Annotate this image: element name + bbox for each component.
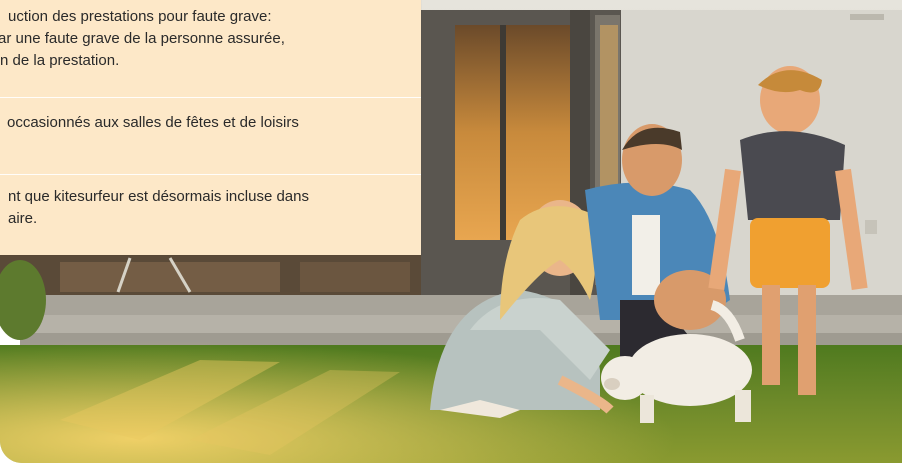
info-text-line: nt que kitesurfeur est désormais incluse…: [8, 188, 309, 205]
info-text-line: aire.: [8, 210, 38, 227]
info-item-kitesurfeur: nt que kitesurfeur est désormais incluse…: [0, 186, 421, 230]
coverage-info-panel: uction des prestations pour faute grave:…: [0, 0, 421, 255]
info-text-line: occasionnés aux salles de fêtes et de lo…: [7, 114, 299, 131]
divider: [0, 174, 421, 175]
info-item-faute-grave: uction des prestations pour faute grave:…: [0, 6, 421, 72]
info-text-line: uction des prestations pour faute grave:: [8, 8, 272, 25]
divider: [0, 97, 421, 98]
info-text-line: ar une faute grave de la personne assuré…: [0, 30, 285, 47]
info-text-line: n de la prestation.: [0, 52, 120, 69]
info-item-salles-fetes: occasionnés aux salles de fêtes et de lo…: [0, 112, 421, 134]
